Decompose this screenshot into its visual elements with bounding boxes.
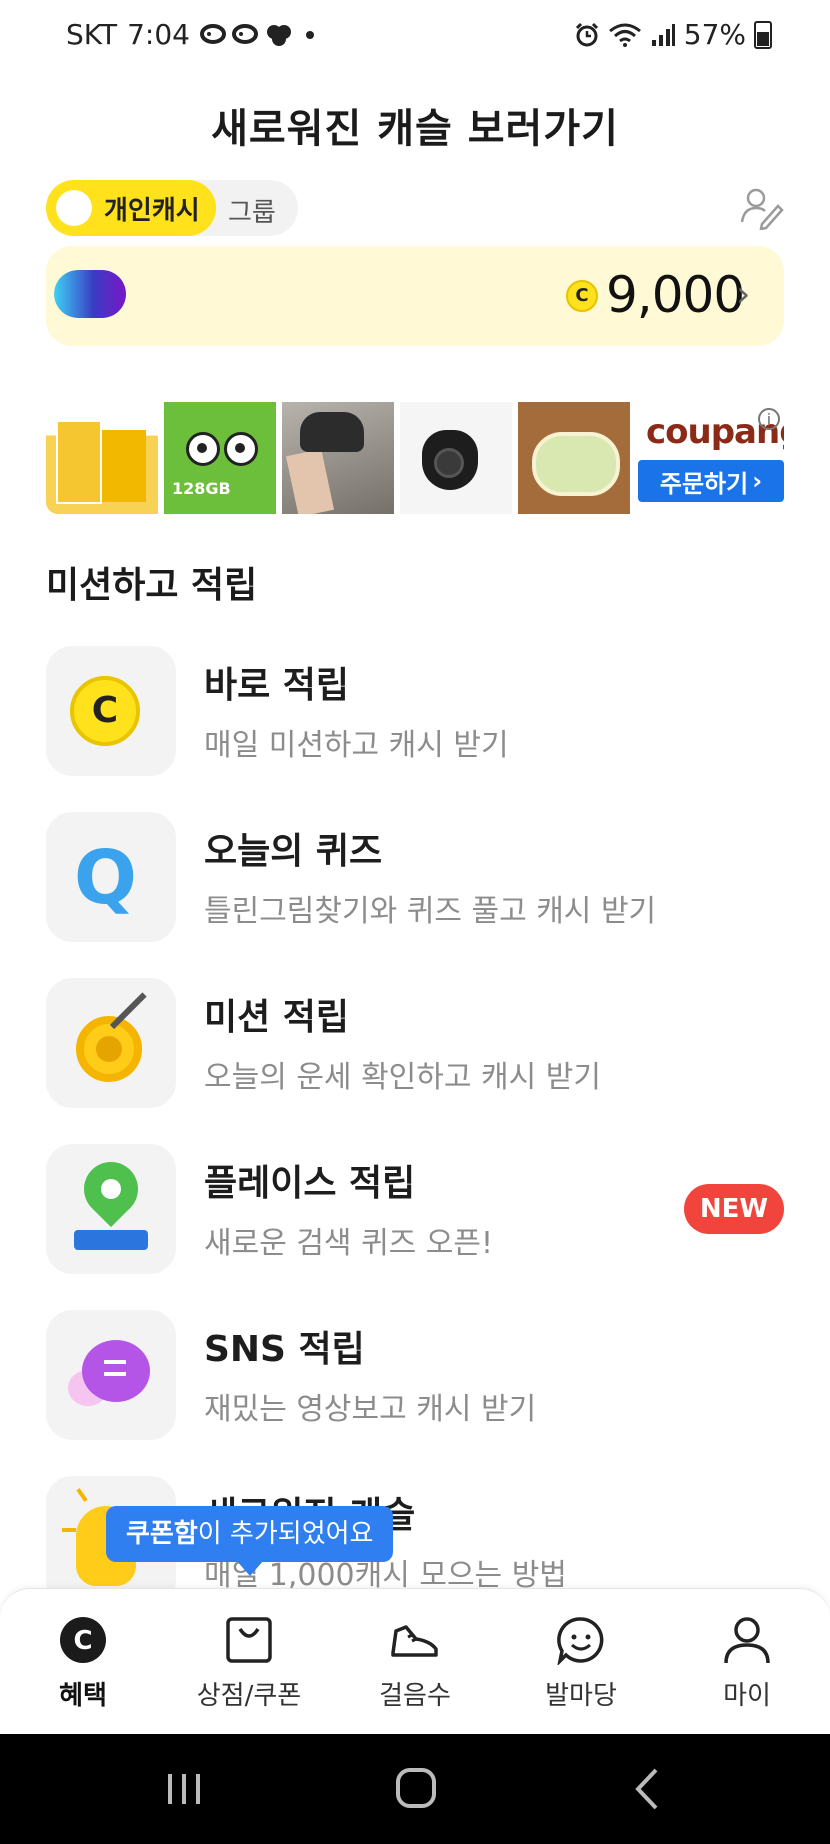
mission-item-mission[interactable]: 미션 적립 오늘의 운세 확인하고 캐시 받기 xyxy=(46,978,784,1108)
light-ray-icon xyxy=(76,1488,88,1502)
system-navigation-bar xyxy=(0,1734,830,1844)
ad-product-security-camera[interactable] xyxy=(400,402,512,514)
ad-product-snack-box[interactable] xyxy=(46,402,158,514)
map-pin-icon xyxy=(72,1150,150,1228)
nav-label: 발마당 xyxy=(545,1681,617,1711)
svg-text:C: C xyxy=(73,1626,92,1656)
nav-tab-community[interactable]: 발마당 xyxy=(498,1589,664,1735)
signal-icon xyxy=(651,23,675,46)
alarm-icon xyxy=(575,22,598,46)
nav-label: 걸음수 xyxy=(379,1681,451,1711)
ad-product-sd-card[interactable]: 128GB xyxy=(164,402,276,514)
ad-product-fluffy-slipper[interactable] xyxy=(518,402,630,514)
nav-tab-steps[interactable]: 걸음수 xyxy=(332,1589,498,1735)
back-icon[interactable] xyxy=(608,1764,688,1814)
toggle-knob xyxy=(56,190,92,226)
wifi-icon xyxy=(608,23,641,47)
mission-icon-box: C xyxy=(46,646,176,776)
clover-icon xyxy=(266,24,291,46)
mission-icon-box xyxy=(46,1310,176,1440)
chevron-right-icon: › xyxy=(752,467,763,495)
mission-subtitle: 매일 미션하고 캐시 받기 xyxy=(204,728,509,763)
mission-title: 바로 적립 xyxy=(204,665,350,706)
toggle-group[interactable]: 그룹 xyxy=(228,192,276,229)
coupon-tooltip[interactable]: 쿠폰함이 추가되었어요 xyxy=(106,1506,394,1562)
mission-icon-box xyxy=(46,1144,176,1274)
nav-tab-shop[interactable]: 상점/쿠폰 xyxy=(166,1589,332,1735)
person-icon xyxy=(724,1617,770,1664)
chevron-right-icon: › xyxy=(736,274,751,315)
edit-profile-icon[interactable] xyxy=(740,186,784,230)
mission-title: 플레이스 적립 xyxy=(204,1163,416,1204)
chat-bubble-icon xyxy=(199,23,226,44)
chat-bubble-icon xyxy=(82,1340,150,1402)
carrier-label: SKT xyxy=(66,18,118,51)
page-title[interactable]: 새로워진 캐슬 보러가기 xyxy=(0,96,830,154)
cash-balance-card[interactable]: C 9,000 › xyxy=(46,246,784,346)
tooltip-text: 이 추가되었어요 xyxy=(197,1519,374,1549)
toggle-personal-cash[interactable]: 개인캐시 xyxy=(46,180,216,236)
smiley-bubble-icon xyxy=(557,1617,604,1665)
nav-tab-benefits[interactable]: C 혜택 xyxy=(0,1589,166,1735)
mission-icon-box xyxy=(46,978,176,1108)
quiz-q-icon: Q xyxy=(74,835,137,921)
status-right: 57% xyxy=(574,18,772,51)
mission-title: SNS 적립 xyxy=(204,1329,365,1370)
nav-label: 상점/쿠폰 xyxy=(196,1681,302,1711)
shopping-bag-icon xyxy=(226,1617,272,1663)
light-ray-icon xyxy=(62,1528,76,1532)
mission-item-instant[interactable]: C 바로 적립 매일 미션하고 캐시 받기 xyxy=(46,646,784,776)
sd-card-capacity: 128GB xyxy=(172,479,231,498)
status-left: SKT 7:04 xyxy=(66,18,320,51)
home-icon[interactable] xyxy=(376,1764,456,1814)
notification-icons xyxy=(199,23,320,47)
status-bar: SKT 7:04 57% xyxy=(0,0,830,76)
mission-item-sns[interactable]: SNS 적립 재밌는 영상보고 캐시 받기 xyxy=(46,1310,784,1440)
order-button-label: 주문하기 xyxy=(659,469,749,498)
mission-subtitle: 오늘의 운세 확인하고 캐시 받기 xyxy=(204,1060,601,1095)
map-base-icon xyxy=(74,1230,148,1250)
coupang-ad-cta-area[interactable]: coupang i 주문하기 › xyxy=(636,402,784,514)
toggle-personal-label: 개인캐시 xyxy=(104,195,200,226)
mission-title: 미션 적립 xyxy=(204,997,350,1038)
chat-lines-icon xyxy=(104,1360,126,1364)
nav-label: 혜택 xyxy=(59,1681,107,1711)
bottom-navigation: C 혜택 상점/쿠폰 걸음수 발마당 마이 xyxy=(0,1588,830,1735)
coin-icon: C xyxy=(566,280,598,312)
nav-label: 마이 xyxy=(723,1681,771,1711)
dot-icon xyxy=(305,30,314,39)
clock: 7:04 xyxy=(127,18,190,51)
battery-percent: 57% xyxy=(683,18,746,51)
recent-apps-icon[interactable] xyxy=(144,1764,224,1814)
section-title: 미션하고 적립 xyxy=(46,565,258,606)
new-badge: NEW xyxy=(684,1184,784,1234)
battery-icon xyxy=(754,20,772,49)
cash-amount: 9,000 xyxy=(606,266,745,324)
tooltip-bold-text: 쿠폰함 xyxy=(126,1519,198,1549)
wallet-toggle[interactable]: 개인캐시 그룹 xyxy=(46,180,298,236)
sneaker-icon xyxy=(391,1625,438,1657)
chat-bubble-icon xyxy=(231,23,258,44)
cash-progress-bar xyxy=(54,270,294,318)
nav-tab-my[interactable]: 마이 xyxy=(664,1589,830,1735)
coupang-ad-banner[interactable]: 128GB coupang i 주문하기 › xyxy=(46,402,784,514)
mission-icon-box: Q xyxy=(46,812,176,942)
mission-item-place[interactable]: 플레이스 적립 새로운 검색 퀴즈 오픈! NEW xyxy=(46,1144,784,1274)
mission-item-quiz[interactable]: Q 오늘의 퀴즈 틀린그림찾기와 퀴즈 풀고 캐시 받기 xyxy=(46,812,784,942)
tooltip-arrow xyxy=(236,1560,264,1576)
coin-icon: C xyxy=(70,676,158,746)
mission-subtitle: 재밌는 영상보고 캐시 받기 xyxy=(204,1392,537,1427)
coin-c-icon: C xyxy=(60,1617,106,1663)
mission-subtitle: 새로운 검색 퀴즈 오픈! xyxy=(204,1226,494,1261)
mission-title: 오늘의 퀴즈 xyxy=(204,831,383,872)
info-icon[interactable]: i xyxy=(758,408,780,430)
ad-product-slide-slipper[interactable] xyxy=(282,402,394,514)
target-icon xyxy=(76,1016,142,1082)
mission-subtitle: 틀린그림찾기와 퀴즈 풀고 캐시 받기 xyxy=(204,894,657,929)
cash-progress-fill xyxy=(54,270,126,318)
order-button[interactable]: 주문하기 › xyxy=(638,460,784,502)
